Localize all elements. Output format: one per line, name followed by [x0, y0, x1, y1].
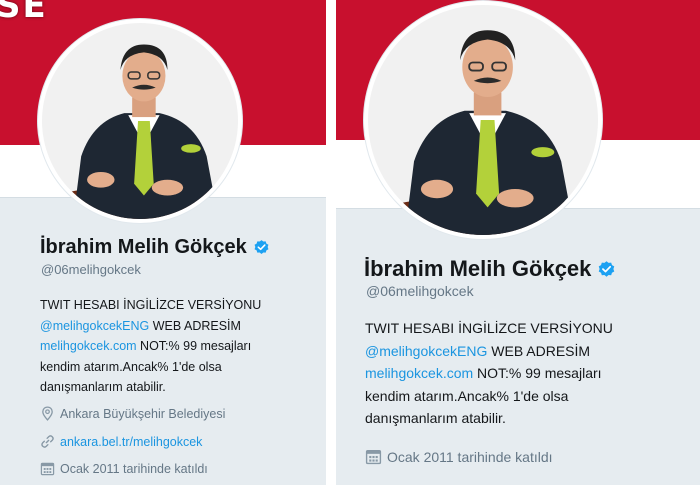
profile-location: Ankara Büyükşehir Belediyesi [40, 406, 225, 421]
link-icon [40, 434, 55, 449]
bio-mention-link[interactable]: @melihgokcekENG [365, 343, 487, 359]
join-date-text: Ocak 2011 tarihinde katıldı [387, 448, 553, 465]
avatar-photo [368, 5, 598, 235]
bio-website-link[interactable]: melihgokcek.com [40, 339, 137, 353]
profile-name-row: İbrahim Melih Gökçek [40, 236, 270, 259]
location-pin-icon [40, 406, 55, 421]
profile-bio: TWIT HESABI İNGİLİZCE VERSİYONU @melihgo… [40, 295, 310, 398]
bio-line: danışmanlarım atabilir. [365, 410, 506, 426]
profile-handle[interactable]: @06melihgokcek [366, 283, 474, 299]
profile-url-link[interactable]: ankara.bel.tr/melihgokcek [60, 435, 202, 449]
banner-text: SE [0, 0, 48, 26]
bio-line: danışmanlarım atabilir. [40, 380, 166, 394]
verified-badge-icon [597, 260, 616, 279]
bio-website-link[interactable]: melihgokcek.com [365, 365, 473, 381]
profile-panel-right: İbrahim Melih Gökçek @06melihgokcek TWIT… [336, 0, 700, 485]
location-text: Ankara Büyükşehir Belediyesi [60, 406, 226, 421]
calendar-icon [365, 448, 382, 465]
profile-bio: TWIT HESABI İNGİLİZCE VERSİYONU @melihgo… [365, 317, 685, 430]
verified-badge-icon [253, 239, 270, 256]
bio-text: WEB ADRESİM [149, 318, 241, 333]
profile-handle[interactable]: @06melihgokcek [41, 262, 141, 277]
bio-text: NOT:% 99 mesajları [473, 365, 602, 381]
profile-panel-left: SE İbrahim Melih Gökçek @06melihgokcek T… [0, 0, 326, 485]
profile-name[interactable]: İbrahim Melih Gökçek [364, 256, 591, 282]
profile-name-row: İbrahim Melih Gökçek [364, 256, 616, 282]
avatar-photo [42, 23, 238, 219]
bio-line: @melihgokcekENG WEB ADRESİM [40, 316, 310, 337]
bio-line: melihgokcek.com NOT:% 99 mesajları [365, 362, 685, 385]
bio-line: kendim atarım.Ancak% 1'de olsa [40, 359, 222, 374]
avatar[interactable] [364, 1, 602, 239]
avatar[interactable] [38, 19, 242, 223]
bio-line: kendim atarım.Ancak% 1'de olsa [365, 387, 569, 404]
calendar-icon [40, 461, 55, 476]
bio-line: TWIT HESABI İNGİLİZCE VERSİYONU [365, 320, 613, 336]
bio-line: melihgokcek.com NOT:% 99 mesajları [40, 336, 310, 357]
join-date-text: Ocak 2011 tarihinde katıldı [60, 461, 208, 476]
profile-name[interactable]: İbrahim Melih Gökçek [40, 236, 247, 259]
profile-join-date: Ocak 2011 tarihinde katıldı [365, 448, 553, 465]
bio-text: WEB ADRESİM [487, 342, 591, 359]
bio-mention-link[interactable]: @melihgokcekENG [40, 319, 149, 333]
bio-text: NOT:% 99 mesajları [136, 339, 252, 353]
bio-line: @melihgokcekENG WEB ADRESİM [365, 340, 685, 363]
profile-url: ankara.bel.tr/melihgokcek [40, 434, 202, 449]
profile-join-date: Ocak 2011 tarihinde katıldı [40, 461, 208, 476]
bio-line: TWIT HESABI İNGİLİZCE VERSİYONU [40, 298, 262, 312]
panel-divider [326, 0, 336, 485]
